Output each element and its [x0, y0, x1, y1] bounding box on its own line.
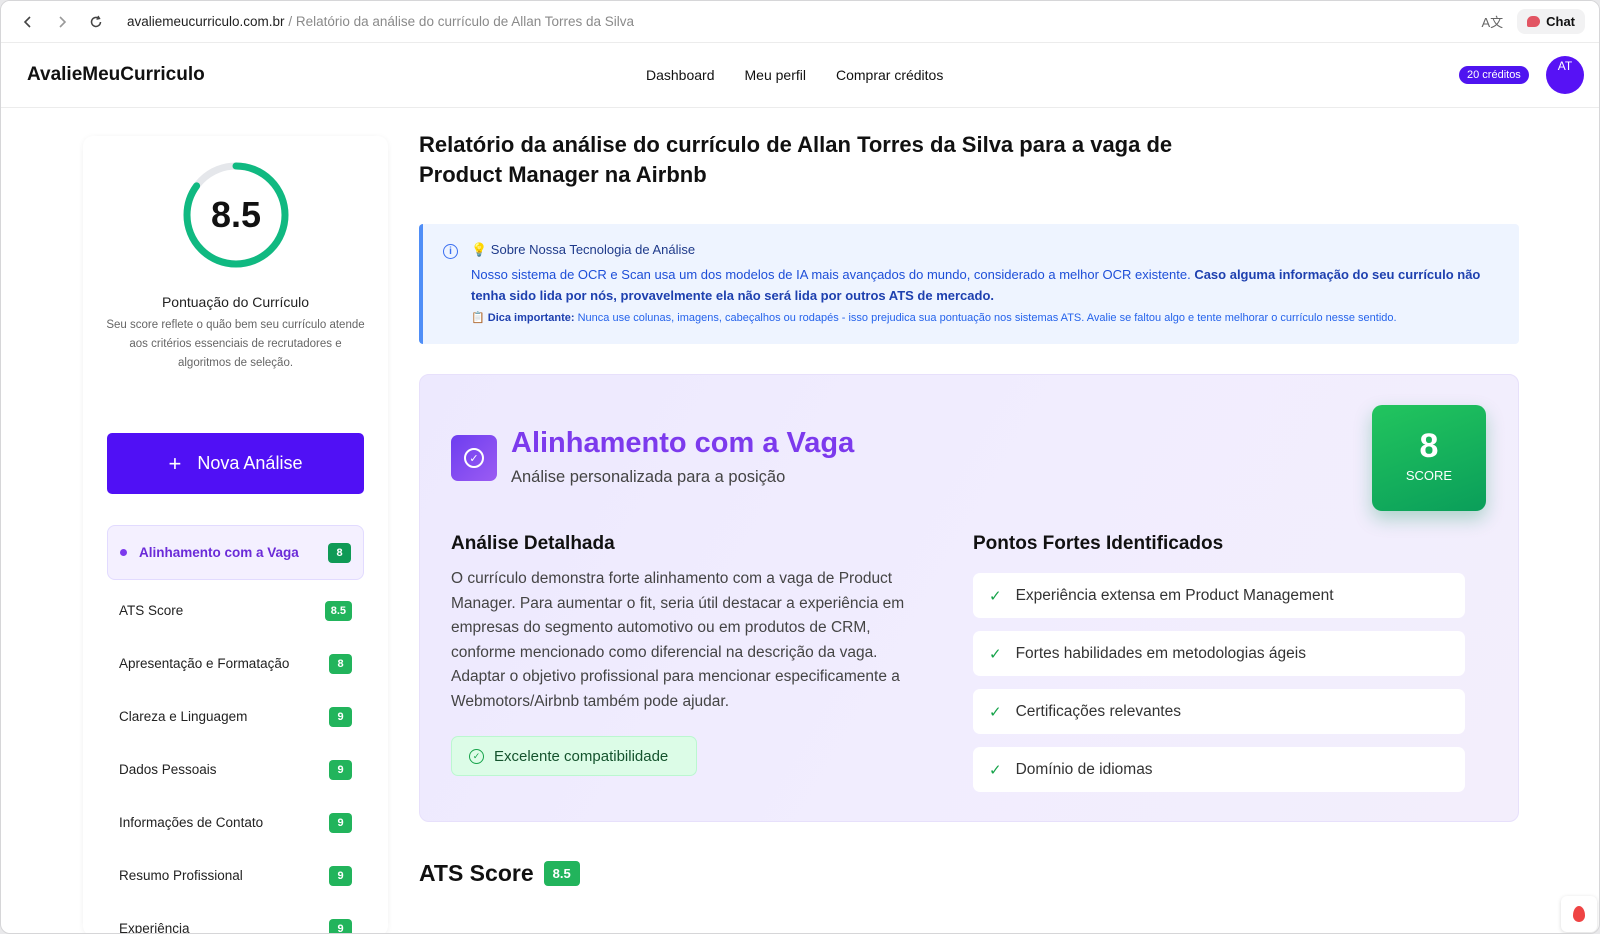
nav-meu-perfil[interactable]: Meu perfil [745, 67, 806, 83]
info-text: Nosso sistema de OCR e Scan usa um dos m… [471, 264, 1491, 306]
app-header: AvalieMeuCurriculo Dashboard Meu perfil … [1, 43, 1599, 108]
browser-toolbar: avaliemeucurriculo.com.br / Relatório da… [1, 1, 1599, 43]
check-badge-icon: ✓ [451, 435, 497, 481]
main-nav: Dashboard Meu perfil Comprar créditos [646, 67, 943, 83]
sidebar-item-label: Experiência [119, 921, 190, 934]
card-score-label: SCORE [1405, 468, 1453, 483]
analysis-text: O currículo demonstra forte alinhamento … [451, 570, 905, 710]
strength-text: Certificações relevantes [1015, 702, 1181, 720]
flame-widget-icon[interactable] [1561, 896, 1597, 932]
new-analysis-button[interactable]: + Nova Análise [107, 433, 364, 494]
score-ring: 8.5 [181, 160, 291, 270]
avatar[interactable]: AT [1546, 56, 1584, 94]
info-icon: i [443, 244, 458, 259]
score-badge: 9 [329, 706, 352, 727]
sidebar-item-label: Alinhamento com a Vaga [139, 545, 299, 560]
strengths-title: Pontos Fortes Identificados [973, 533, 1224, 554]
credits-badge[interactable]: 20 créditos [1459, 66, 1529, 84]
score-badge: 9 [329, 865, 352, 886]
sidebar-item-label: Apresentação e Formatação [119, 656, 290, 671]
sidebar-item-label: Informações de Contato [119, 815, 264, 830]
sidebar-item-label: Clareza e Linguagem [119, 709, 248, 724]
check-icon: ✓ [989, 645, 1002, 663]
info-title: 💡 Sobre Nossa Tecnologia de Análise [471, 242, 696, 257]
sidebar-item-experiencia[interactable]: Experiência 9 [107, 902, 364, 934]
active-dot-icon [120, 549, 127, 556]
compatibility-label: Excelente compatibilidade [494, 747, 669, 765]
overall-score: 8.5 [210, 194, 262, 235]
tip-label: 📋 Dica importante: [471, 312, 575, 324]
section-list: Alinhamento com a Vaga 8 ATS Score 8.5 A… [107, 525, 364, 934]
sidebar-item-label: Dados Pessoais [119, 762, 217, 777]
back-icon[interactable] [15, 9, 41, 35]
check-icon: ✓ [989, 761, 1002, 779]
alignment-card: ✓ Alinhamento com a Vaga Análise persona… [419, 374, 1519, 822]
tip-text: Nunca use colunas, imagens, cabeçalhos o… [574, 312, 1397, 324]
sidebar-item-resumo[interactable]: Resumo Profissional 9 [107, 849, 364, 902]
strength-text: Domínio de idiomas [1015, 760, 1153, 778]
score-badge: 9 [329, 759, 352, 780]
list-item: ✓ Certificações relevantes [973, 689, 1465, 734]
ats-score-badge: 8.5 [543, 861, 580, 886]
strength-text: Fortes habilidades em metodologias ágeis [1015, 644, 1306, 662]
url-path: Relatório da análise do currículo de All… [295, 14, 635, 29]
sidebar-item-alinhamento[interactable]: Alinhamento com a Vaga 8 [107, 525, 364, 580]
sidebar-item-label: ATS Score [119, 603, 184, 618]
page-title: Relatório da análise do currículo de All… [419, 132, 1173, 187]
chat-bubble-icon [1527, 16, 1541, 27]
reload-icon[interactable] [83, 9, 109, 35]
address-bar[interactable]: avaliemeucurriculo.com.br / Relatório da… [127, 14, 634, 29]
info-box: i 💡 Sobre Nossa Tecnologia de Análise No… [419, 224, 1519, 344]
score-sidebar: 8.5 Pontuação do Currículo Seu score ref… [83, 136, 388, 934]
sidebar-item-contato[interactable]: Informações de Contato 9 [107, 796, 364, 849]
list-item: ✓ Domínio de idiomas [973, 747, 1465, 792]
score-badge: 9 [329, 918, 352, 933]
ats-section-heading: ATS Score 8.5 [419, 860, 580, 887]
score-badge: 8 [329, 653, 352, 674]
check-circle-icon: ✓ [469, 748, 484, 764]
url-domain: avaliemeucurriculo.com.br [127, 14, 285, 29]
sidebar-item-ats-score[interactable]: ATS Score 8.5 [107, 584, 364, 637]
sidebar-item-apresentacao[interactable]: Apresentação e Formatação 8 [107, 637, 364, 690]
card-subtitle: Análise personalizada para a posição [511, 468, 786, 486]
sidebar-item-dados-pessoais[interactable]: Dados Pessoais 9 [107, 743, 364, 796]
chat-label: Chat [1546, 14, 1575, 29]
strengths-list: ✓ Experiência extensa em Product Managem… [973, 573, 1465, 805]
ats-title: ATS Score [419, 860, 534, 886]
browser-window: avaliemeucurriculo.com.br / Relatório da… [0, 0, 1600, 934]
nav-comprar-creditos[interactable]: Comprar créditos [836, 67, 943, 83]
score-badge: 8 [328, 542, 351, 563]
sidebar-item-label: Resumo Profissional [119, 868, 243, 883]
score-badge: 9 [329, 812, 352, 833]
score-badge: 8.5 [324, 600, 352, 621]
check-icon: ✓ [989, 703, 1002, 721]
score-description: Seu score reflete o quão bem seu currícu… [106, 319, 365, 369]
card-score-value: 8 [1419, 427, 1439, 465]
nav-dashboard[interactable]: Dashboard [646, 67, 715, 83]
chat-button[interactable]: Chat [1517, 9, 1585, 34]
info-tip: 📋 Dica importante: Nunca use colunas, im… [471, 311, 1397, 324]
card-score-box: 8 SCORE [1372, 405, 1486, 511]
list-item: ✓ Fortes habilidades em metodologias áge… [973, 631, 1465, 676]
new-analysis-label: Nova Análise [197, 453, 303, 473]
score-title: Pontuação do Currículo [161, 294, 310, 310]
analysis-title: Análise Detalhada [451, 533, 615, 554]
translate-icon[interactable]: A文 [1481, 12, 1503, 31]
plus-icon: + [168, 450, 182, 476]
info-text-regular: Nosso sistema de OCR e Scan usa um dos m… [471, 267, 1195, 282]
compatibility-badge: ✓ Excelente compatibilidade [451, 736, 697, 776]
url-separator: / [288, 14, 293, 29]
list-item: ✓ Experiência extensa em Product Managem… [973, 573, 1465, 618]
sidebar-item-clareza[interactable]: Clareza e Linguagem 9 [107, 690, 364, 743]
strength-text: Experiência extensa em Product Managemen… [1015, 586, 1334, 604]
card-title: Alinhamento com a Vaga [511, 427, 855, 459]
forward-icon[interactable] [49, 9, 75, 35]
check-icon: ✓ [989, 587, 1002, 605]
logo[interactable]: AvalieMeuCurriculo [27, 64, 205, 86]
